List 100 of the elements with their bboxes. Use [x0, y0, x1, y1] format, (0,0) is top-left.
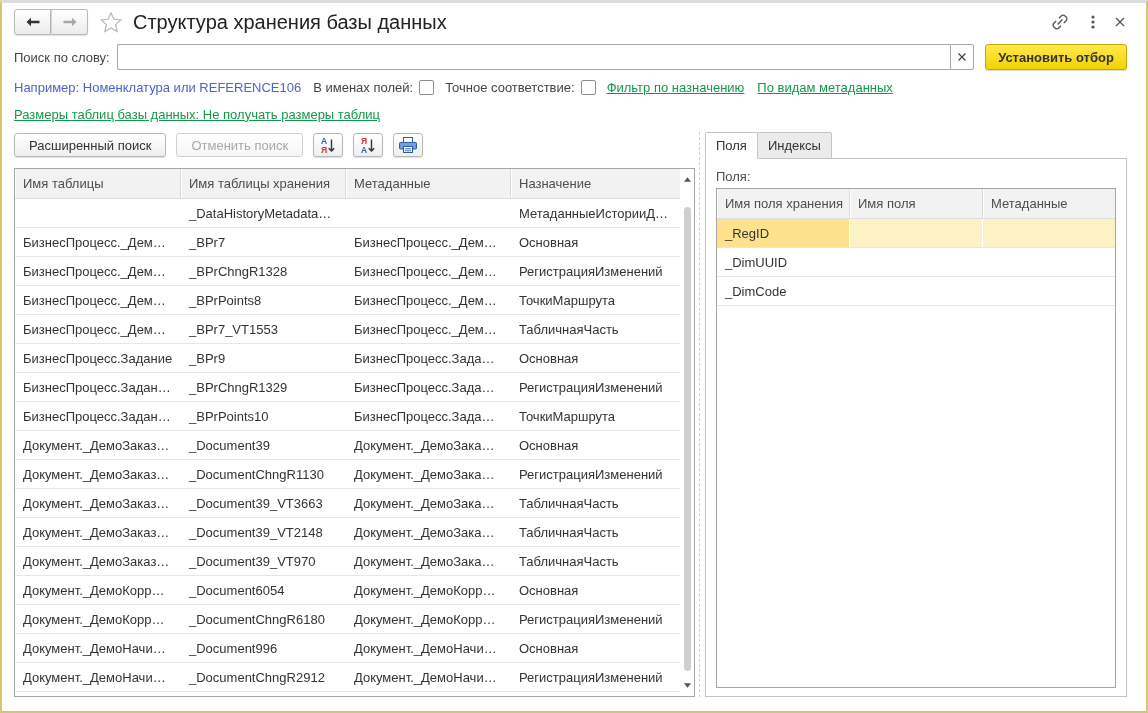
table-cell-text: Документ._ДемоКорр… [22, 610, 166, 629]
table-cell: _RegID [717, 219, 850, 247]
table-cell-text: Документ._ДемоКорр… [353, 610, 497, 629]
example-hint: Например: Номенклатура или REFERENCE106 [14, 79, 302, 95]
table-cell-text: _Document39 [187, 436, 271, 455]
table-cell-text: Документ._ДемоЗаказ… [22, 494, 171, 513]
table-cell-text: _BPrChngR1329 [187, 378, 289, 397]
table-row[interactable]: _DimCode [717, 277, 1115, 306]
table-cell-text: _DocumentChngR1130 [187, 465, 325, 484]
search-field[interactable] [117, 44, 950, 70]
sort-descending-button[interactable]: Я А [353, 133, 384, 157]
table-cell-text: БизнесПроцесс.Зада… [353, 378, 496, 397]
table-cell-text: _DataHistoryMetadata… [187, 204, 333, 223]
apply-filter-button[interactable]: Установить отбор [985, 44, 1127, 70]
printer-icon [399, 137, 418, 153]
table-cell-text: _Document39_VT3663 [187, 494, 324, 513]
advanced-search-button[interactable]: Расширенный поиск [14, 133, 167, 157]
table-sizes-link[interactable]: Размеры таблиц базы данных: Не получать размеры таблиц [14, 106, 380, 122]
table-cell-text: Документ._ДемоКорр… [22, 581, 166, 600]
table-cell-text: _BPrChngR1328 [187, 262, 289, 281]
table-cell-text: Основная [518, 639, 580, 658]
table-cell-text: БизнесПроцесс._Дем… [353, 291, 498, 310]
column-header[interactable]: Метаданные [983, 189, 1115, 218]
scrollbar-thumb[interactable] [683, 207, 691, 671]
table-cell-text: БизнесПроцесс.Задан… [22, 378, 172, 397]
column-header[interactable]: Имя поля [850, 189, 983, 218]
window-title: Структура хранения базы данных [133, 10, 447, 35]
table-cell-text: _DimCode [723, 282, 788, 301]
table-cell-text: _BPr7 [187, 233, 227, 252]
star-icon[interactable] [100, 11, 122, 33]
table-cell-text: Документ._ДемоНачи… [22, 668, 167, 687]
table-cell-text: Документ._ДемоЗаказ… [22, 436, 171, 455]
print-button[interactable] [393, 133, 424, 157]
column-header[interactable]: Имя поля хранения [717, 189, 850, 218]
table-cell-text: Документ._ДемоЗака… [353, 494, 496, 513]
arrow-right-icon [62, 17, 77, 27]
arrow-left-icon [25, 17, 40, 27]
option-label: Точное соответствие: [445, 79, 575, 95]
table-cell-text: РегистрацияИзменений [518, 610, 664, 629]
table-cell-text: _Document39_VT970 [187, 552, 317, 571]
table-cell-text: ТабличнаяЧасть [518, 320, 620, 339]
table-cell-text: РегистрацияИзменений [518, 668, 664, 687]
table-cell-text: РегистрацияИзменений [518, 378, 664, 397]
table-cell-text: БизнесПроцесс._Дем… [353, 262, 498, 281]
table-cell-text: БизнесПроцесс._Дем… [22, 291, 167, 310]
table-cell-text: ТабличнаяЧасть [518, 552, 620, 571]
table-cell-text: БизнесПроцесс._Дем… [353, 233, 498, 252]
table-cell-text: РегистрацияИзменений [518, 465, 664, 484]
column-header[interactable]: Имя таблицы [15, 169, 181, 198]
table-cell-text: _Document39_VT2148 [187, 523, 324, 542]
table-cell-text: БизнесПроцесс._Дем… [22, 262, 167, 281]
column-header[interactable]: Назначение [511, 169, 680, 198]
table-cell-text: БизнесПроцесс._Дем… [22, 233, 167, 252]
table-cell-text: БизнесПроцесс.Зада… [353, 407, 496, 426]
table-cell-text: Документ._ДемоНачи… [353, 668, 498, 687]
table-row[interactable]: _DimUUID [717, 248, 1115, 277]
tab[interactable]: Поля [705, 132, 758, 159]
table-row[interactable]: _RegID [717, 219, 1115, 248]
tab[interactable]: Индексы [756, 132, 832, 159]
scroll-down-icon[interactable] [683, 683, 691, 688]
table-cell-text: Основная [518, 233, 580, 252]
link-icon[interactable] [1052, 14, 1068, 30]
table-cell-text: _BPrPoints10 [187, 407, 270, 426]
table-cell-text: _DocumentChngR6180 [187, 610, 326, 629]
table-cell-text: _DocumentChngR2912 [187, 668, 326, 687]
table-cell-text: _Document996 [187, 639, 279, 658]
column-header[interactable]: Имя таблицы хранения [181, 169, 346, 198]
table-cell-text: БизнесПроцесс.Задание [22, 349, 174, 368]
checkbox[interactable] [419, 79, 435, 95]
table-cell-text: Основная [518, 436, 580, 455]
back-button[interactable] [14, 9, 51, 35]
table-cell-text: ТочкиМаршрута [518, 407, 617, 426]
table-cell-text: Документ._ДемоЗаказ… [22, 523, 171, 542]
sort-ascending-button[interactable]: А Я [313, 133, 344, 157]
table-cell-text: Документ._ДемоЗака… [353, 436, 496, 455]
more-icon[interactable] [1091, 15, 1095, 29]
fields-label: Поля: [716, 169, 751, 185]
clear-button[interactable] [950, 44, 974, 70]
close-icon[interactable] [1115, 17, 1125, 27]
table-cell-text: ТабличнаяЧасть [518, 523, 620, 542]
table-cell-text: Документ._ДемоЗака… [353, 552, 496, 571]
table-cell-text: Документ._ДемоЗаказ… [22, 465, 171, 484]
table-cell-text: _BPr7_VT1553 [187, 320, 279, 339]
table-cell-text: Документ._ДемоЗака… [353, 523, 496, 542]
table-cell-text: ТочкиМаршрута [518, 291, 617, 310]
filter-link[interactable]: Фильтр по назначению [606, 79, 745, 95]
table-cell-text: БизнесПроцесс._Дем… [353, 320, 498, 339]
table-cell-text: Основная [518, 349, 580, 368]
checkbox[interactable] [580, 79, 596, 95]
table-cell-text: _BPrPoints8 [187, 291, 263, 310]
table-cell-text: Документ._ДемоЗаказ… [22, 552, 171, 571]
table-cell-text: МетаданныеИсторииД… [518, 204, 669, 223]
column-header[interactable]: Метаданные [346, 169, 511, 198]
table-cell-text: Документ._ДемоНачи… [22, 639, 167, 658]
table-cell-text: БизнесПроцесс._Дем… [22, 320, 167, 339]
filter-link[interactable]: По видам метаданных [757, 79, 893, 95]
scroll-up-icon[interactable] [683, 177, 691, 182]
table-cell-text: БизнесПроцесс.Зада… [353, 349, 496, 368]
table-cell-text: Документ._ДемоНачи… [353, 639, 498, 658]
table-cell-text: _DimUUID [723, 253, 789, 272]
